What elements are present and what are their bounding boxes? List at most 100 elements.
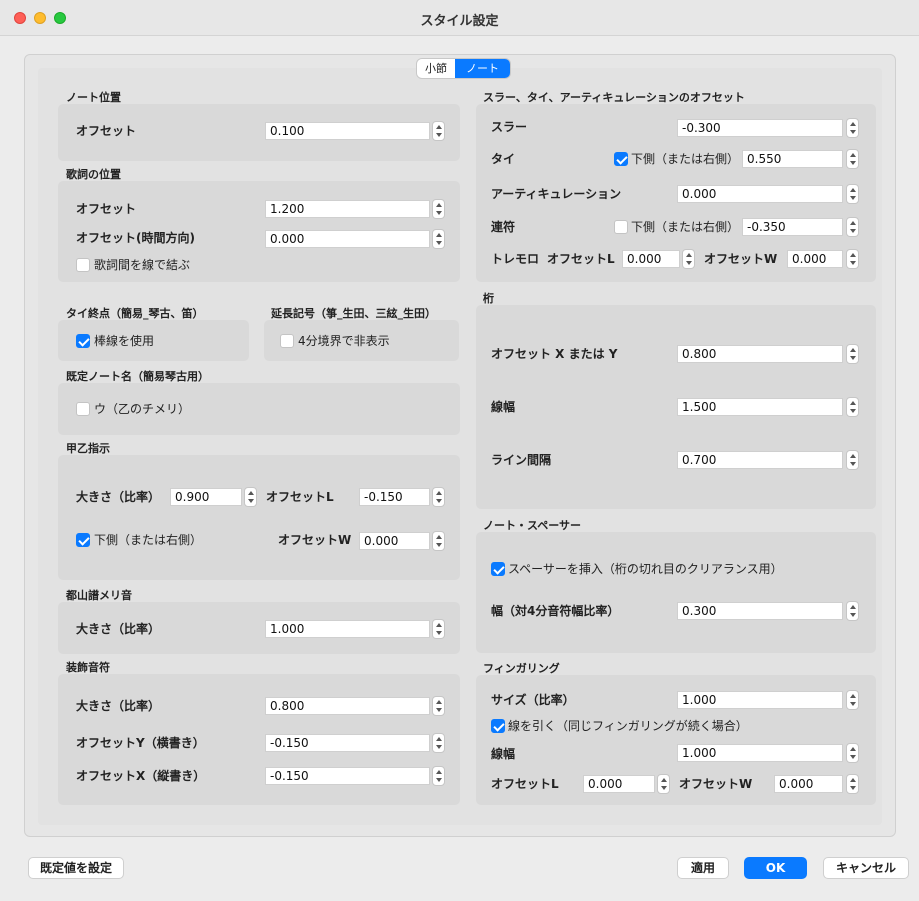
lyrics-connect-checkbox[interactable]: [76, 258, 90, 272]
beam-line-spacing-stepper[interactable]: [846, 450, 859, 470]
hide-at-quarter-label: 4分境界で非表示: [298, 334, 390, 348]
tozan-size-field[interactable]: 1.000: [265, 620, 430, 638]
tozan-meri-heading: 都山譜メリ音: [66, 589, 132, 602]
tremolo-offset-l-stepper[interactable]: [682, 249, 695, 269]
fingering-heading: フィンガリング: [483, 662, 560, 675]
beam-line-width-stepper[interactable]: [846, 397, 859, 417]
grace-offset-y-stepper[interactable]: [432, 733, 445, 753]
lyrics-time-offset-field[interactable]: 0.000: [265, 230, 430, 248]
lyrics-position-heading: 歌詞の位置: [66, 168, 121, 181]
set-default-button[interactable]: 既定値を設定: [28, 857, 124, 879]
window-title: スタイル設定: [420, 14, 499, 29]
note-offset-label: オフセット: [76, 124, 137, 138]
lyrics-offset-field[interactable]: 1.200: [265, 200, 430, 218]
ok-button[interactable]: OK: [744, 857, 807, 879]
slur-offsets-heading: スラー、タイ、アーティキュレーションのオフセット: [483, 91, 745, 104]
beam-line-width-field[interactable]: 1.500: [677, 398, 843, 416]
fingering-offset-w-stepper[interactable]: [846, 774, 859, 794]
note-spacer-heading: ノート・スペーサー: [483, 519, 582, 532]
tuplet-stepper[interactable]: [846, 217, 859, 237]
beam-line-width-label: 線幅: [491, 400, 516, 414]
draw-line-label: 線を引く（同じフィンガリングが続く場合）: [508, 719, 748, 733]
articulation-stepper[interactable]: [846, 184, 859, 204]
tab-measure[interactable]: 小節: [417, 59, 455, 78]
tremolo-label: トレモロ: [491, 252, 540, 266]
kouotsu-size-stepper[interactable]: [244, 487, 257, 507]
kouotsu-offset-w-field[interactable]: 0.000: [359, 532, 430, 550]
kouotsu-offset-l-stepper[interactable]: [432, 487, 445, 507]
kouotsu-group: [58, 455, 460, 580]
beam-line-spacing-field[interactable]: 0.700: [677, 451, 843, 469]
tuplet-below-label: 下側（または右側）: [631, 220, 740, 234]
tie-below-label: 下側（または右側）: [631, 152, 740, 166]
tremolo-offset-w-stepper[interactable]: [846, 249, 859, 269]
note-offset-field[interactable]: 0.100: [265, 122, 430, 140]
lyrics-offset-label: オフセット: [76, 202, 137, 216]
articulation-label: アーティキュレーション: [491, 187, 622, 201]
slur-field[interactable]: -0.300: [677, 119, 843, 137]
fingering-size-stepper[interactable]: [846, 690, 859, 710]
kouotsu-offset-w-stepper[interactable]: [432, 531, 445, 551]
kouotsu-offset-w-label: オフセットW: [278, 533, 352, 547]
articulation-field[interactable]: 0.000: [677, 185, 843, 203]
fingering-offset-l-field[interactable]: 0.000: [583, 775, 655, 793]
tuplet-label: 連符: [491, 220, 516, 234]
lyrics-offset-stepper[interactable]: [432, 199, 445, 219]
u-label: ウ（乙のチメリ）: [94, 402, 191, 416]
fingering-line-width-field[interactable]: 1.000: [677, 744, 843, 762]
grace-offset-x-label: オフセットX（縦書き）: [76, 769, 206, 783]
extension-heading: 延長記号（箏_生田、三絃_生田）: [271, 307, 436, 320]
cancel-button[interactable]: キャンセル: [823, 857, 909, 879]
lyrics-time-offset-label: オフセット(時間方向): [76, 231, 195, 245]
fingering-offset-w-field[interactable]: 0.000: [774, 775, 843, 793]
slur-label: スラー: [491, 120, 528, 134]
tab-note[interactable]: ノート: [455, 59, 510, 78]
apply-button[interactable]: 適用: [677, 857, 729, 879]
grace-offset-y-field[interactable]: -0.150: [265, 734, 430, 752]
grace-heading: 装飾音符: [66, 661, 110, 674]
kouotsu-size-label: 大きさ（比率）: [76, 490, 161, 504]
fingering-line-width-stepper[interactable]: [846, 743, 859, 763]
grace-offset-x-stepper[interactable]: [432, 766, 445, 786]
fingering-offset-l-label: オフセットL: [491, 777, 559, 791]
tremolo-offset-l-field[interactable]: 0.000: [622, 250, 680, 268]
beam-offset-xy-label: オフセット X または Y: [491, 347, 618, 361]
grace-size-field[interactable]: 0.800: [265, 697, 430, 715]
slur-stepper[interactable]: [846, 118, 859, 138]
insert-spacer-checkbox[interactable]: [491, 562, 505, 576]
tie-field[interactable]: 0.550: [742, 150, 843, 168]
lyrics-time-offset-stepper[interactable]: [432, 229, 445, 249]
tie-stepper[interactable]: [846, 149, 859, 169]
tozan-size-stepper[interactable]: [432, 619, 445, 639]
tremolo-offset-w-label: オフセットW: [704, 252, 778, 266]
fingering-offset-w-label: オフセットW: [679, 777, 753, 791]
default-note-name-heading: 既定ノート名（簡易琴古用）: [66, 370, 209, 383]
fingering-offset-l-stepper[interactable]: [657, 774, 670, 794]
use-bar-checkbox[interactable]: [76, 334, 90, 348]
u-checkbox[interactable]: [76, 402, 90, 416]
tozan-size-label: 大きさ（比率）: [76, 622, 161, 636]
spacer-width-label: 幅（対4分音符幅比率）: [491, 604, 620, 618]
spacer-width-stepper[interactable]: [846, 601, 859, 621]
tie-below-checkbox[interactable]: [614, 152, 628, 166]
draw-line-checkbox[interactable]: [491, 719, 505, 733]
lyrics-connect-label: 歌詞間を線で結ぶ: [94, 258, 191, 272]
tuplet-below-checkbox[interactable]: [614, 220, 628, 234]
beam-offset-xy-stepper[interactable]: [846, 344, 859, 364]
kouotsu-below-checkbox[interactable]: [76, 533, 90, 547]
kouotsu-offset-l-field[interactable]: -0.150: [359, 488, 430, 506]
tuplet-field[interactable]: -0.350: [742, 218, 843, 236]
hide-at-quarter-checkbox[interactable]: [280, 334, 294, 348]
tremolo-offset-w-field[interactable]: 0.000: [787, 250, 843, 268]
tie-label: タイ: [491, 152, 516, 166]
grace-size-stepper[interactable]: [432, 696, 445, 716]
fingering-size-field[interactable]: 1.000: [677, 691, 843, 709]
beam-offset-xy-field[interactable]: 0.800: [677, 345, 843, 363]
tab-switcher: 小節 ノート: [417, 59, 510, 78]
grace-offset-x-field[interactable]: -0.150: [265, 767, 430, 785]
kouotsu-size-field[interactable]: 0.900: [170, 488, 242, 506]
spacer-width-field[interactable]: 0.300: [677, 602, 843, 620]
fingering-size-label: サイズ（比率）: [491, 693, 575, 707]
note-offset-stepper[interactable]: [432, 121, 445, 141]
kouotsu-heading: 甲乙指示: [66, 442, 110, 455]
